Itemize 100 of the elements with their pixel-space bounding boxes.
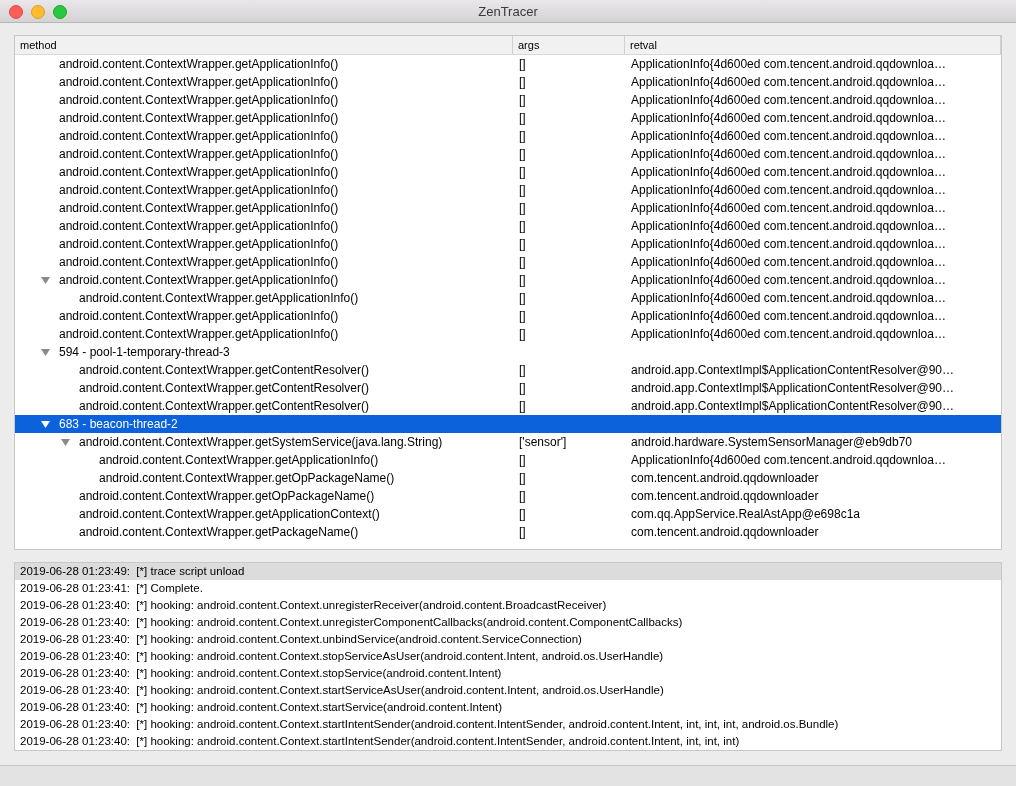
method-text: android.content.ContextWrapper.getApplicationInfo() — [59, 219, 339, 233]
tree-row[interactable]: android.content.ContextWrapper.getApplicationInfo() [] ApplicationInfo{4d600ed com.tencent.android.qqdownloa… — [15, 109, 1001, 127]
method-text: android.content.ContextWrapper.getApplicationInfo() — [59, 57, 339, 71]
tree-row[interactable]: android.content.ContextWrapper.getApplicationInfo() [] ApplicationInfo{4d600ed com.tencent.android.qqdownloa… — [15, 271, 1001, 289]
disclosure-triangle-icon[interactable] — [61, 438, 70, 447]
log-entry[interactable]: 2019-06-28 01:23:40: [*] hooking: android.content.Context.stopServiceAsUser(android.content.Intent, android.os.UserHandle) — [15, 648, 1001, 665]
log-entry[interactable]: 2019-06-28 01:23:40: [*] hooking: android.content.Context.stopService(android.content.Intent) — [15, 665, 1001, 682]
tree-row[interactable]: android.content.ContextWrapper.getApplicationInfo() [] ApplicationInfo{4d600ed com.tencent.android.qqdownloa… — [15, 451, 1001, 469]
retval-text: com.tencent.android.qqdownloader — [631, 525, 819, 539]
tree-row[interactable]: android.content.ContextWrapper.getApplicationInfo() [] ApplicationInfo{4d600ed com.tencent.android.qqdownloa… — [15, 91, 1001, 109]
args-text: [] — [519, 147, 526, 161]
tree-row[interactable]: android.content.ContextWrapper.getContentResolver() [] android.app.ContextImpl$ApplicationContentResolver@90… — [15, 361, 1001, 379]
disclosure-triangle-icon[interactable] — [41, 420, 50, 429]
column-header[interactable]: method — [15, 36, 513, 54]
retval-text: ApplicationInfo{4d600ed com.tencent.android.qqdownloa… — [631, 291, 946, 305]
tree-row[interactable]: android.content.ContextWrapper.getApplicationInfo() [] ApplicationInfo{4d600ed com.tencent.android.qqdownloa… — [15, 127, 1001, 145]
tree-row[interactable]: android.content.ContextWrapper.getApplicationInfo() [] ApplicationInfo{4d600ed com.tencent.android.qqdownloa… — [15, 235, 1001, 253]
args-text: [] — [519, 255, 526, 269]
method-text: android.content.ContextWrapper.getApplicationInfo() — [79, 291, 359, 305]
tree-row[interactable]: android.content.ContextWrapper.getApplicationContext() [] com.qq.AppService.RealAstApp@e698c1a — [15, 505, 1001, 523]
retval-text: ApplicationInfo{4d600ed com.tencent.android.qqdownloa… — [631, 327, 946, 341]
close-button[interactable] — [9, 5, 23, 19]
tree-row[interactable]: android.content.ContextWrapper.getContentResolver() [] android.app.ContextImpl$ApplicationContentResolver@90… — [15, 397, 1001, 415]
log-entry[interactable]: 2019-06-28 01:23:40: [*] hooking: android.content.Context.startService(android.content.Intent) — [15, 699, 1001, 716]
tree-row[interactable]: android.content.ContextWrapper.getApplicationInfo() [] ApplicationInfo{4d600ed com.tencent.android.qqdownloa… — [15, 217, 1001, 235]
args-text: [] — [519, 471, 526, 485]
args-text: [] — [519, 93, 526, 107]
method-text: android.content.ContextWrapper.getApplicationInfo() — [59, 129, 339, 143]
column-header[interactable]: retval — [625, 36, 1001, 54]
retval-text: ApplicationInfo{4d600ed com.tencent.android.qqdownloa… — [631, 309, 946, 323]
log-entry[interactable]: 2019-06-28 01:23:40: [*] hooking: android.content.Context.startServiceAsUser(android.content.Intent, android.os.UserHandle) — [15, 682, 1001, 699]
method-text: android.content.ContextWrapper.getApplicationInfo() — [59, 309, 339, 323]
tree-row[interactable]: android.content.ContextWrapper.getSystemService(java.lang.String) ['sensor'] android.hardware.SystemSensorManager@eb9db70 — [15, 433, 1001, 451]
args-text: [] — [519, 183, 526, 197]
zoom-button[interactable] — [53, 5, 67, 19]
log-entry[interactable]: 2019-06-28 01:23:40: [*] hooking: android.content.Context.unregisterReceiver(android.content.BroadcastReceiver) — [15, 597, 1001, 614]
args-text: [] — [519, 219, 526, 233]
log-entry[interactable]: 2019-06-28 01:23:40: [*] hooking: android.content.Context.startIntentSender(android.content.IntentSender, android.content.Intent, int, int, int) — [15, 733, 1001, 750]
retval-text: ApplicationInfo{4d600ed com.tencent.android.qqdownloa… — [631, 57, 946, 71]
tree-row[interactable]: 594 - pool-1-temporary-thread-3 — [15, 343, 1001, 361]
retval-text: ApplicationInfo{4d600ed com.tencent.android.qqdownloa… — [631, 75, 946, 89]
retval-text: ApplicationInfo{4d600ed com.tencent.android.qqdownloa… — [631, 255, 946, 269]
method-text: android.content.ContextWrapper.getApplicationInfo() — [59, 111, 339, 125]
method-text: android.content.ContextWrapper.getApplicationInfo() — [59, 75, 339, 89]
retval-text: ApplicationInfo{4d600ed com.tencent.android.qqdownloa… — [631, 183, 946, 197]
retval-text: com.tencent.android.qqdownloader — [631, 471, 819, 485]
args-text: [] — [519, 75, 526, 89]
args-text: [] — [519, 327, 526, 341]
tree-row[interactable]: android.content.ContextWrapper.getApplicationInfo() [] ApplicationInfo{4d600ed com.tencent.android.qqdownloa… — [15, 55, 1001, 73]
window-title: ZenTracer — [478, 3, 538, 19]
tree-row[interactable]: android.content.ContextWrapper.getApplicationInfo() [] ApplicationInfo{4d600ed com.tencent.android.qqdownloa… — [15, 307, 1001, 325]
tree-row[interactable]: android.content.ContextWrapper.getApplicationInfo() [] ApplicationInfo{4d600ed com.tencent.android.qqdownloa… — [15, 181, 1001, 199]
args-text: [] — [519, 273, 526, 287]
tree-row[interactable]: android.content.ContextWrapper.getApplicationInfo() [] ApplicationInfo{4d600ed com.tencent.android.qqdownloa… — [15, 289, 1001, 307]
args-text: [] — [519, 525, 526, 539]
retval-text: ApplicationInfo{4d600ed com.tencent.android.qqdownloa… — [631, 453, 946, 467]
args-text: [] — [519, 201, 526, 215]
log-entry[interactable]: 2019-06-28 01:23:41: [*] Complete. — [15, 580, 1001, 597]
args-text: [] — [519, 129, 526, 143]
tree-row[interactable]: android.content.ContextWrapper.getApplicationInfo() [] ApplicationInfo{4d600ed com.tencent.android.qqdownloa… — [15, 73, 1001, 91]
method-text: 594 - pool-1-temporary-thread-3 — [59, 345, 230, 359]
tree-row[interactable]: android.content.ContextWrapper.getOpPackageName() [] com.tencent.android.qqdownloader — [15, 487, 1001, 505]
retval-text: ApplicationInfo{4d600ed com.tencent.android.qqdownloa… — [631, 219, 946, 233]
tree-row[interactable]: 683 - beacon-thread-2 — [15, 415, 1001, 433]
tree-row[interactable]: android.content.ContextWrapper.getApplicationInfo() [] ApplicationInfo{4d600ed com.tencent.android.qqdownloa… — [15, 145, 1001, 163]
args-text: [] — [519, 453, 526, 467]
tree-row[interactable]: android.content.ContextWrapper.getOpPackageName() [] com.tencent.android.qqdownloader — [15, 469, 1001, 487]
args-text: ['sensor'] — [519, 435, 567, 449]
retval-text: android.app.ContextImpl$ApplicationContentResolver@90… — [631, 381, 955, 395]
method-text: android.content.ContextWrapper.getOpPackageName() — [99, 471, 395, 485]
log-entry[interactable]: 2019-06-28 01:23:40: [*] hooking: android.content.Context.unregisterComponentCallbacks(android.content.ComponentCallbacks) — [15, 614, 1001, 631]
method-text: android.content.ContextWrapper.getContentResolver() — [79, 399, 369, 413]
method-text: android.content.ContextWrapper.getApplicationInfo() — [59, 93, 339, 107]
method-text: android.content.ContextWrapper.getApplicationInfo() — [59, 183, 339, 197]
tree-row[interactable]: android.content.ContextWrapper.getApplicationInfo() [] ApplicationInfo{4d600ed com.tencent.android.qqdownloa… — [15, 163, 1001, 181]
tree-row[interactable]: android.content.ContextWrapper.getApplicationInfo() [] ApplicationInfo{4d600ed com.tencent.android.qqdownloa… — [15, 325, 1001, 343]
method-text: android.content.ContextWrapper.getApplicationInfo() — [59, 165, 339, 179]
column-header[interactable]: args — [513, 36, 625, 54]
method-text: android.content.ContextWrapper.getPackageName() — [79, 525, 359, 539]
method-text: 683 - beacon-thread-2 — [59, 417, 178, 431]
method-text: android.content.ContextWrapper.getApplicationInfo() — [59, 327, 339, 341]
args-text: [] — [519, 57, 526, 71]
disclosure-triangle-icon[interactable] — [41, 348, 50, 357]
disclosure-triangle-icon[interactable] — [41, 276, 50, 285]
log-entry[interactable]: 2019-06-28 01:23:40: [*] hooking: android.content.Context.startIntentSender(android.content.IntentSender, android.content.Intent, int, int, int, android.os.Bundle) — [15, 716, 1001, 733]
retval-text: ApplicationInfo{4d600ed com.tencent.android.qqdownloa… — [631, 129, 946, 143]
tree-row[interactable]: android.content.ContextWrapper.getApplicationInfo() [] ApplicationInfo{4d600ed com.tencent.android.qqdownloa… — [15, 199, 1001, 217]
tree-row[interactable]: android.content.ContextWrapper.getApplicationInfo() [] ApplicationInfo{4d600ed com.tencent.android.qqdownloa… — [15, 253, 1001, 271]
tree-row[interactable]: android.content.ContextWrapper.getPackageName() [] com.tencent.android.qqdownloader — [15, 523, 1001, 541]
args-text: [] — [519, 363, 526, 377]
tree-row[interactable]: android.content.ContextWrapper.getContentResolver() [] android.app.ContextImpl$ApplicationContentResolver@90… — [15, 379, 1001, 397]
log-entry[interactable]: 2019-06-28 01:23:40: [*] hooking: android.content.Context.unbindService(android.content.ServiceConnection) — [15, 631, 1001, 648]
args-text: [] — [519, 399, 526, 413]
retval-text: ApplicationInfo{4d600ed com.tencent.android.qqdownloa… — [631, 165, 946, 179]
args-text: [] — [519, 111, 526, 125]
method-text: android.content.ContextWrapper.getApplicationInfo() — [59, 147, 339, 161]
args-text: [] — [519, 309, 526, 323]
log-entry[interactable]: 2019-06-28 01:23:49: [*] trace script unload — [15, 563, 1001, 580]
retval-text: android.hardware.SystemSensorManager@eb9db70 — [631, 435, 912, 449]
retval-text: android.app.ContextImpl$ApplicationContentResolver@90… — [631, 399, 955, 413]
